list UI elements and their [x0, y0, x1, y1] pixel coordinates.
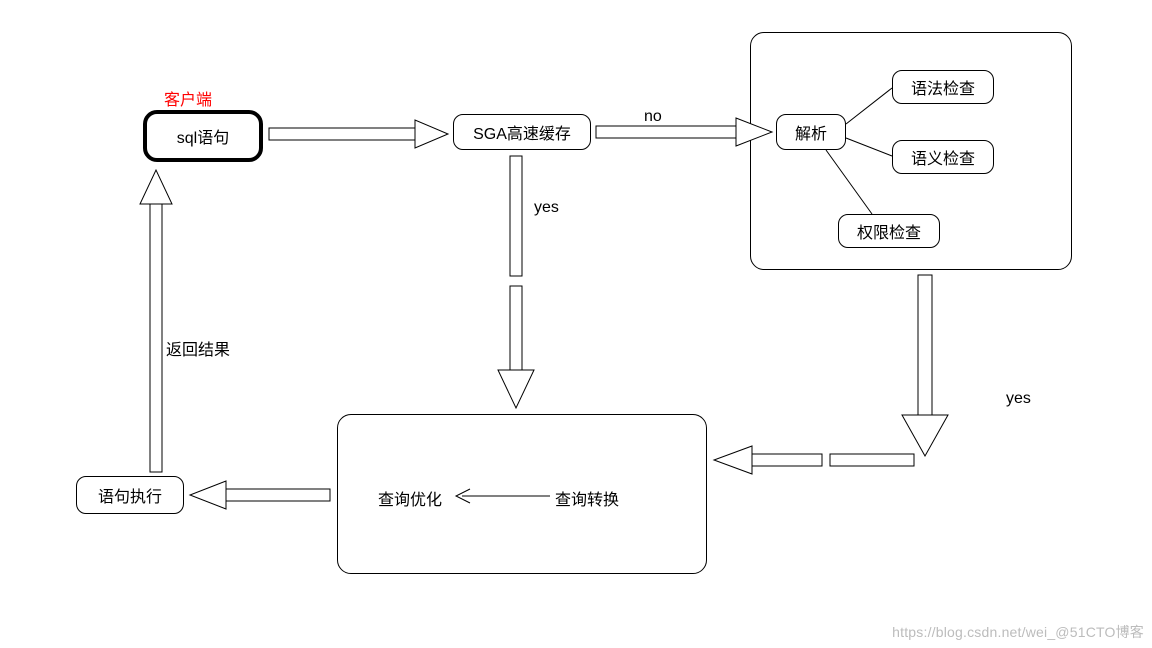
yes-label-1: yes — [534, 199, 559, 217]
statement-execute-text: 语句执行 — [98, 483, 162, 507]
return-result-label: 返回结果 — [166, 336, 230, 360]
syntax-check-node: 语法检查 — [892, 70, 994, 104]
arrow-optimize-to-exec — [190, 481, 330, 509]
permission-check-text: 权限检查 — [857, 219, 921, 243]
parse-text: 解析 — [795, 120, 827, 144]
arrow-sql-to-sga — [269, 120, 448, 148]
watermark-text: https://blog.csdn.net/wei_@51CTO博客 — [892, 622, 1144, 642]
statement-execute-node: 语句执行 — [76, 476, 184, 514]
arrow-sga-to-parse — [596, 118, 772, 146]
arrow-right-into-optimize — [714, 446, 914, 474]
sql-statement-text: sql语句 — [177, 124, 229, 148]
arrow-parse-to-optimize — [902, 275, 948, 456]
permission-check-node: 权限检查 — [838, 214, 940, 248]
semantic-check-text: 语义检查 — [911, 145, 975, 169]
sga-cache-text: SGA高速缓存 — [473, 120, 571, 144]
arrow-exec-to-sql — [140, 170, 172, 472]
yes-label-2: yes — [1006, 390, 1031, 408]
query-optimize-text: 查询优化 — [378, 486, 442, 510]
parse-node: 解析 — [776, 114, 846, 150]
client-label: 客户端 — [164, 86, 212, 110]
semantic-check-node: 语义检查 — [892, 140, 994, 174]
arrow-sga-to-optimize — [498, 156, 534, 408]
query-transform-text: 查询转换 — [555, 486, 619, 510]
sga-cache-node: SGA高速缓存 — [453, 114, 591, 150]
no-label: no — [644, 108, 662, 126]
syntax-check-text: 语法检查 — [911, 75, 975, 99]
sql-statement-node: sql语句 — [143, 110, 263, 162]
